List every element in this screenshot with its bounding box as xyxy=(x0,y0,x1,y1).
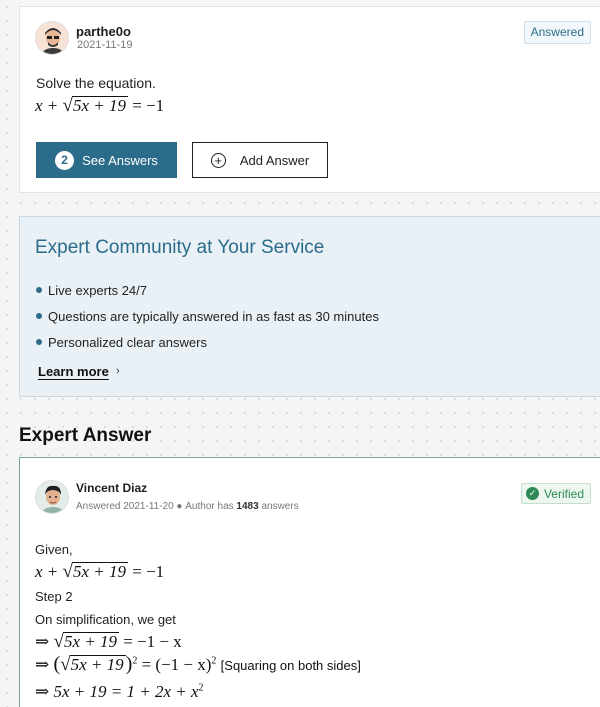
expert-answer-card: Vincent Diaz Answered 2021-11-20 ● Autho… xyxy=(19,457,600,707)
promo-item: Questions are typically answered in as f… xyxy=(36,303,379,329)
check-circle-icon: ✓ xyxy=(525,487,539,500)
step-label: Step 2 xyxy=(35,589,73,604)
add-answer-button[interactable]: + Add Answer xyxy=(192,142,328,178)
question-date: 2021-11-19 xyxy=(77,39,133,51)
expert-community-promo: Expert Community at Your Service Live ex… xyxy=(19,216,600,397)
answered-badge: Answered xyxy=(523,21,591,44)
bullet-icon xyxy=(36,313,42,319)
learn-more-link[interactable]: Learn more xyxy=(38,364,109,379)
expert-answer-heading: Expert Answer xyxy=(19,425,152,446)
equation-step-3: ⇒ 5x + 19 = 1 + 2x + x2 xyxy=(35,682,204,701)
plus-circle-icon: + xyxy=(210,152,226,168)
answer-count: 1483 xyxy=(236,501,259,512)
chevron-right-icon[interactable]: › xyxy=(116,365,120,377)
promo-feature-list: Live experts 24/7 Questions are typicall… xyxy=(36,277,379,355)
asker-avatar[interactable] xyxy=(35,21,69,55)
expert-avatar[interactable] xyxy=(35,480,69,514)
expert-name[interactable]: Vincent Diaz xyxy=(76,481,147,495)
see-answers-label: See Answers xyxy=(82,152,158,168)
promo-title: Expert Community at Your Service xyxy=(35,237,325,258)
promo-item: Personalized clear answers xyxy=(36,329,379,355)
squaring-note: [Squaring on both sides] xyxy=(220,658,361,673)
given-equation: x + √5x + 19 = −1 xyxy=(35,561,165,582)
bullet-icon xyxy=(36,339,42,345)
promo-item: Live experts 24/7 xyxy=(36,277,379,303)
see-answers-button[interactable]: 2 See Answers xyxy=(36,142,177,178)
simplification-text: On simplification, we get xyxy=(35,612,176,627)
question-equation: x + √5x + 19 = −1 xyxy=(35,95,165,116)
asker-name[interactable]: parthe0o xyxy=(76,24,131,39)
given-label: Given, xyxy=(35,542,73,557)
question-card: parthe0o 2021-11-19 Answered Solve the e… xyxy=(19,6,600,193)
equation-step-2: ⇒ (√5x + 19)2 = (−1 − x)2 [Squaring on b… xyxy=(35,653,361,675)
question-text: Solve the equation. xyxy=(36,75,156,91)
answer-count-badge: 2 xyxy=(55,150,75,170)
add-answer-label: Add Answer xyxy=(239,152,310,168)
equation-step-1: ⇒ √5x + 19 = −1 − x xyxy=(35,631,182,652)
verified-badge: ✓ Verified xyxy=(520,483,591,504)
bullet-icon xyxy=(36,287,42,293)
answer-meta: Answered 2021-11-20 ● Author has 1483 an… xyxy=(76,501,299,512)
